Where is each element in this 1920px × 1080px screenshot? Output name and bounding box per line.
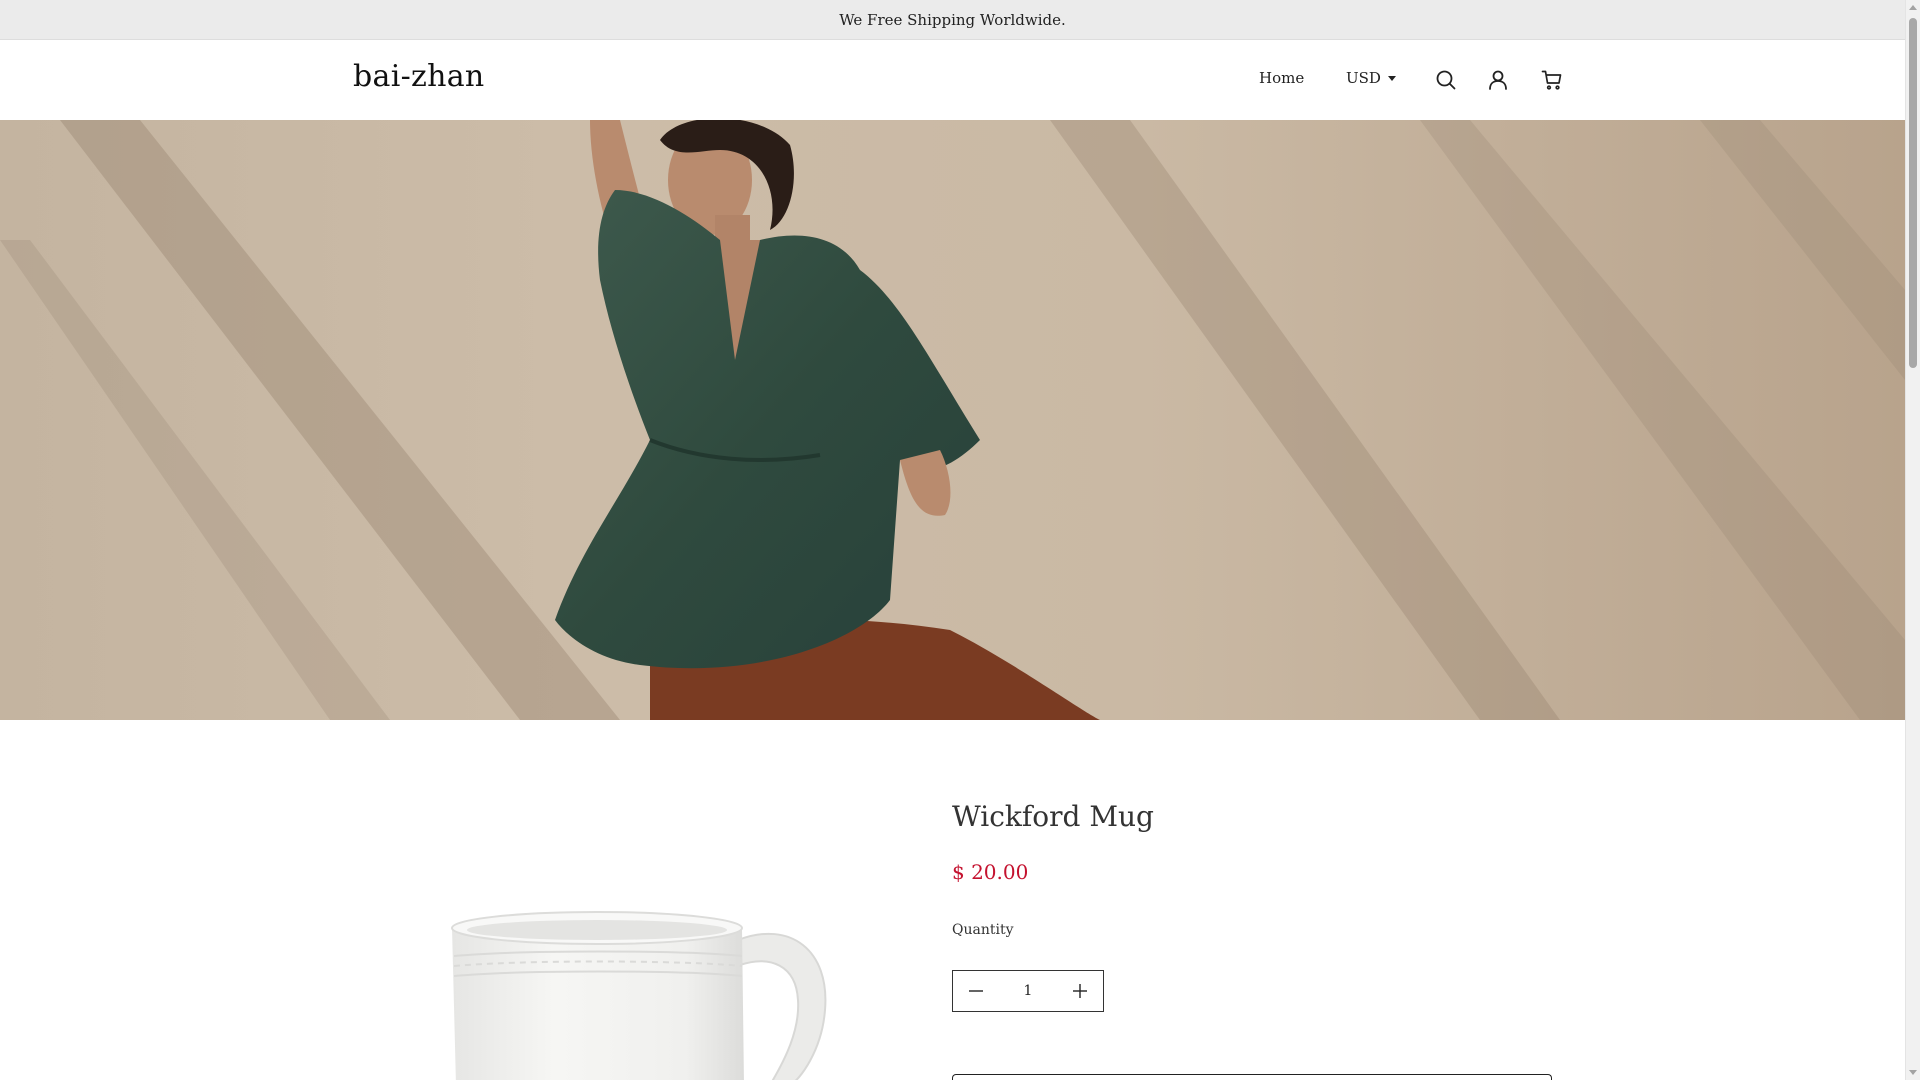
quantity-increase-button[interactable] (1057, 971, 1103, 1011)
announcement-text: We Free Shipping Worldwide. (839, 10, 1066, 29)
hero-banner-image (0, 120, 1905, 720)
quantity-decrease-button[interactable] (953, 971, 999, 1011)
page-scrollbar[interactable] (1905, 0, 1920, 1080)
site-logo[interactable]: bai-zhan (353, 59, 485, 94)
product-price: $ 20.00 (952, 860, 1029, 884)
caret-down-icon (1387, 76, 1396, 81)
site-header: bai-zhan Home USD (0, 40, 1905, 120)
product-title: Wickford Mug (952, 800, 1154, 833)
plus-icon (1073, 984, 1087, 998)
account-icon[interactable] (1486, 68, 1510, 92)
quantity-input[interactable]: 1 (1003, 983, 1053, 999)
hero-photo (0, 120, 1905, 720)
nav-home-link[interactable]: Home (1259, 69, 1304, 87)
quantity-stepper: 1 (952, 970, 1104, 1012)
scroll-down-arrow-icon[interactable] (1909, 1070, 1917, 1075)
currency-label: USD (1346, 69, 1381, 87)
cart-icon[interactable] (1540, 68, 1564, 92)
page: We Free Shipping Worldwide. bai-zhan Hom… (0, 0, 1920, 1080)
announcement-bar: We Free Shipping Worldwide. (0, 0, 1905, 40)
product-image[interactable] (420, 870, 870, 1080)
search-icon[interactable] (1434, 68, 1458, 92)
mug-photo (451, 911, 827, 1080)
currency-selector[interactable]: USD (1346, 69, 1396, 87)
add-to-cart-button[interactable] (952, 1074, 1552, 1080)
quantity-label: Quantity (952, 922, 1014, 938)
page-content: We Free Shipping Worldwide. bai-zhan Hom… (0, 0, 1905, 1080)
minus-icon (969, 990, 983, 992)
scroll-up-arrow-icon[interactable] (1909, 5, 1917, 10)
scrollbar-thumb[interactable] (1909, 18, 1917, 368)
